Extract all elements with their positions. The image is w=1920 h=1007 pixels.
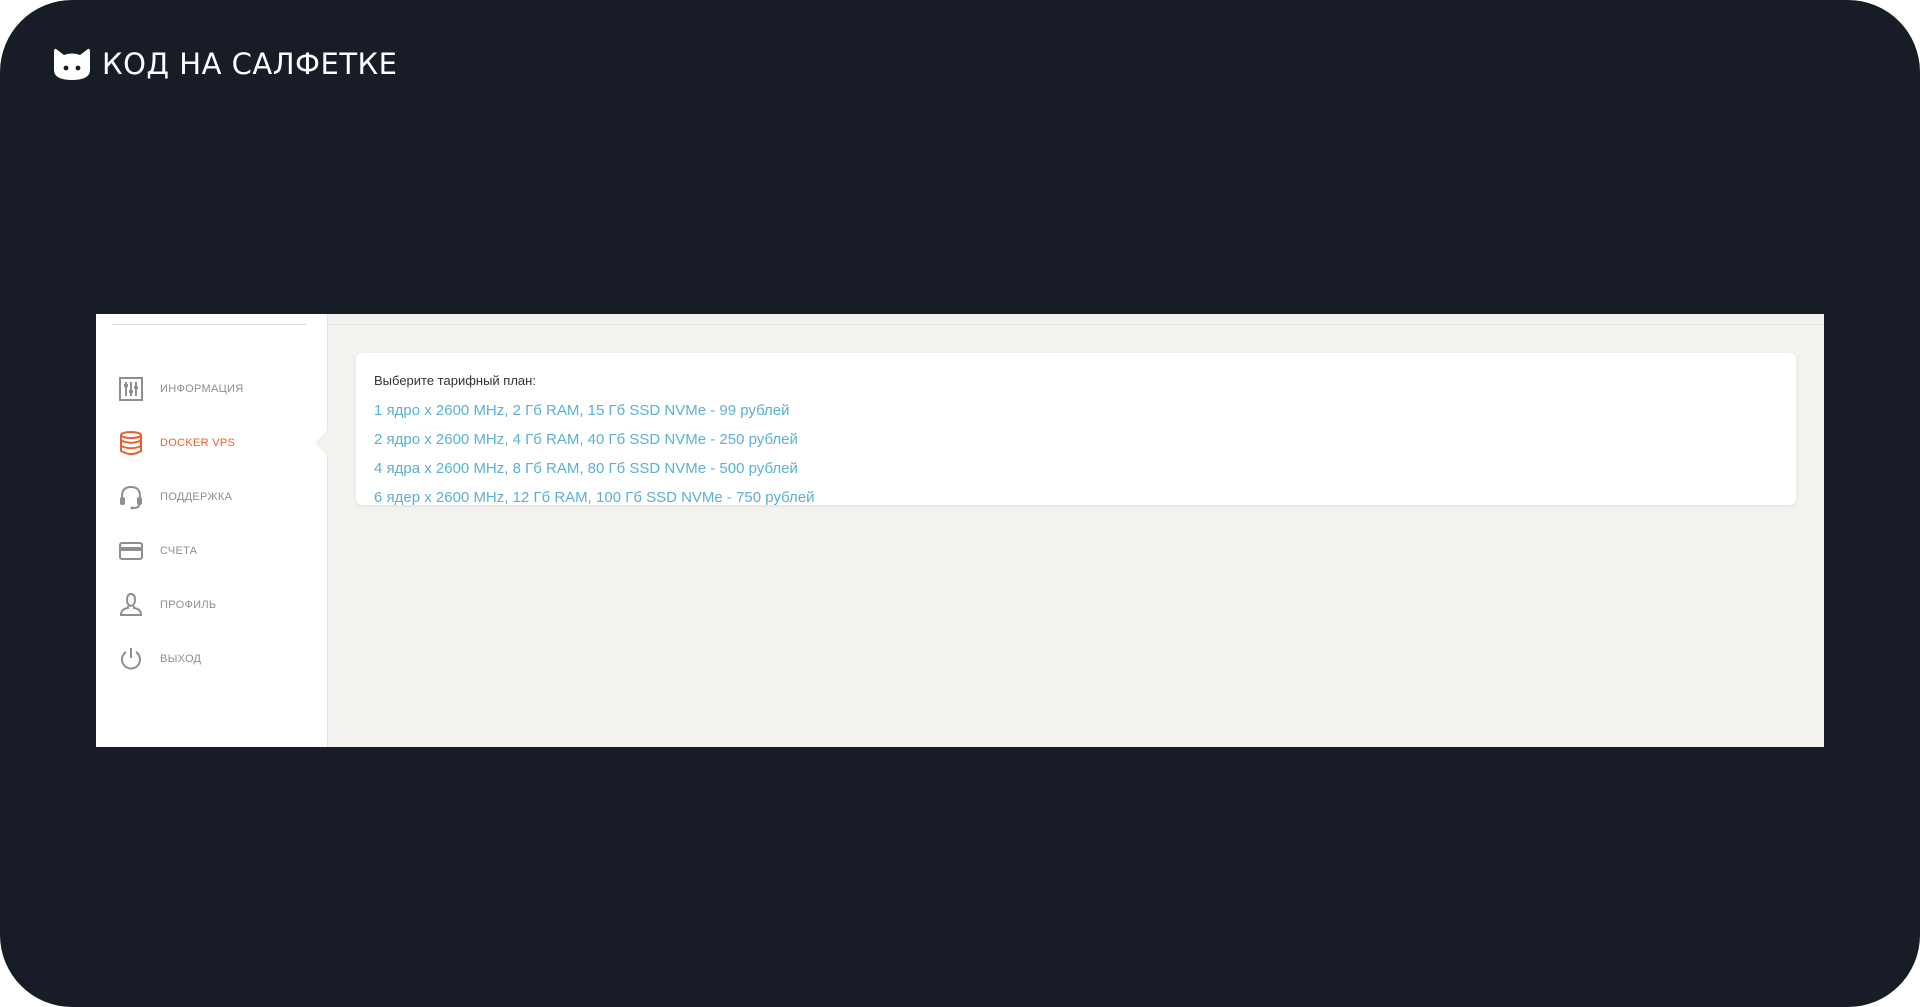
- tariff-option-link[interactable]: 2 ядро x 2600 MHz, 4 Гб RAM, 40 Гб SSD N…: [374, 425, 1778, 454]
- active-indicator-arrow: [315, 429, 328, 457]
- sidebar-item-info[interactable]: ИНФОРМАЦИЯ: [96, 362, 327, 416]
- brand[interactable]: КОД НА САЛФЕТКЕ: [52, 44, 397, 84]
- app-window: ИНФОРМАЦИЯ DOCKER VPS ПОДДЕРЖКА СЧЕТА ПР…: [96, 314, 1824, 747]
- sidebar-item-label: ИНФОРМАЦИЯ: [160, 383, 244, 395]
- headset-icon: [118, 484, 144, 510]
- page-frame: КОД НА САЛФЕТКЕ ИНФОРМАЦИЯ DOCKER VPS ПО…: [0, 0, 1920, 1007]
- sidebar-item-profile[interactable]: ПРОФИЛЬ: [96, 578, 327, 632]
- credit-card-icon: [118, 538, 144, 564]
- tariff-prompt: Выберите тарифный план:: [374, 373, 536, 388]
- sidebar-item-label: ПРОФИЛЬ: [160, 599, 217, 611]
- tariff-list: 1 ядро x 2600 MHz, 2 Гб RAM, 15 Гб SSD N…: [374, 396, 1778, 505]
- sidebar-item-label: DOCKER VPS: [160, 437, 236, 449]
- sidebar-nav: ИНФОРМАЦИЯ DOCKER VPS ПОДДЕРЖКА СЧЕТА ПР…: [96, 362, 328, 686]
- sidebar: ИНФОРМАЦИЯ DOCKER VPS ПОДДЕРЖКА СЧЕТА ПР…: [96, 314, 328, 747]
- sidebar-item-logout[interactable]: ВЫХОД: [96, 632, 327, 686]
- cat-logo-icon: [54, 48, 90, 80]
- sidebar-item-docker-vps[interactable]: DOCKER VPS: [96, 416, 328, 470]
- tariff-card: Выберите тарифный план: 1 ядро x 2600 MH…: [356, 353, 1796, 505]
- sidebar-divider: [112, 324, 306, 325]
- sidebar-item-label: ВЫХОД: [160, 653, 202, 665]
- sidebar-item-invoices[interactable]: СЧЕТА: [96, 524, 327, 578]
- sidebar-item-label: ПОДДЕРЖКА: [160, 491, 233, 503]
- tariff-option-link[interactable]: 6 ядер x 2600 MHz, 12 Гб RAM, 100 Гб SSD…: [374, 483, 1778, 505]
- user-icon: [118, 592, 144, 618]
- power-icon: [118, 646, 144, 672]
- brand-name: КОД НА САЛФЕТКЕ: [102, 46, 398, 81]
- sidebar-item-support[interactable]: ПОДДЕРЖКА: [96, 470, 327, 524]
- sliders-icon: [118, 376, 144, 402]
- sidebar-item-label: СЧЕТА: [160, 545, 198, 557]
- main-divider: [328, 324, 1824, 325]
- tariff-option-link[interactable]: 4 ядра x 2600 MHz, 8 Гб RAM, 80 Гб SSD N…: [374, 454, 1778, 483]
- main-content: Выберите тарифный план: 1 ядро x 2600 MH…: [328, 314, 1824, 747]
- tariff-option-link[interactable]: 1 ядро x 2600 MHz, 2 Гб RAM, 15 Гб SSD N…: [374, 396, 1778, 425]
- database-icon: [118, 430, 144, 456]
